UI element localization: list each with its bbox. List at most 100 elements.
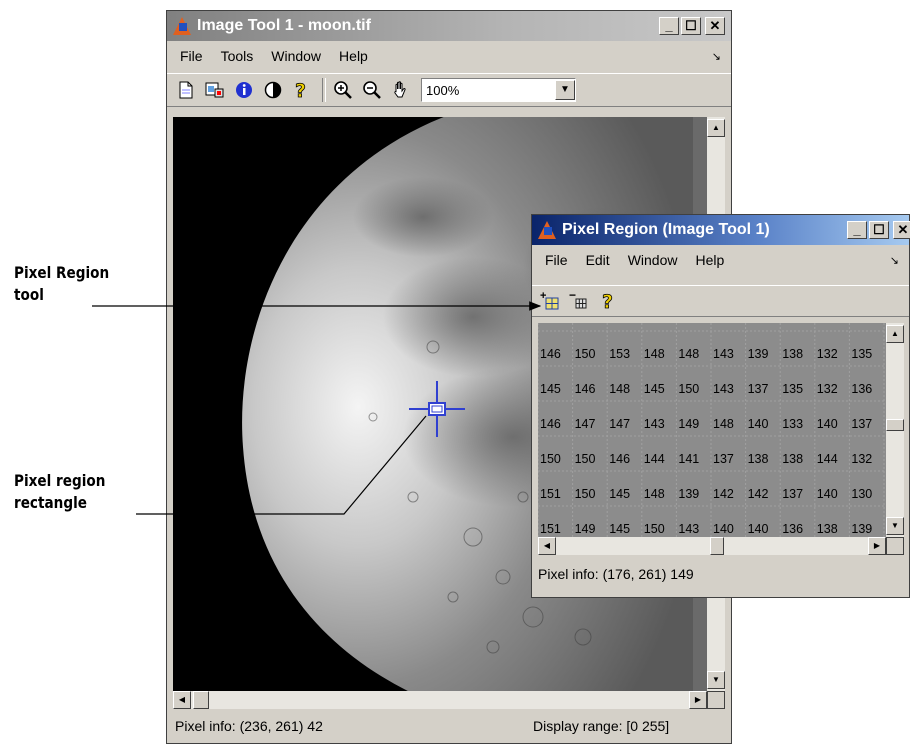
scroll-up-icon[interactable]: ▲: [707, 119, 725, 137]
pixel-value-cell: 137: [747, 382, 769, 396]
pixel-region-window: Pixel Region (Image Tool 1) _ ☐ ✕ File E…: [531, 214, 910, 598]
close-button[interactable]: ✕: [705, 17, 725, 35]
scroll-left-icon[interactable]: ◀: [173, 691, 191, 709]
matlab-logo-icon: [173, 17, 191, 35]
chevron-down-icon[interactable]: ▼: [555, 80, 575, 100]
pixel-region-toolbar: + − ?: [532, 285, 909, 317]
label-pixel-region-rectangle: Pixel region rectangle: [14, 470, 105, 514]
pixel-value-cell: 137: [782, 487, 804, 501]
pixel-value-cell: 130: [851, 487, 873, 501]
zoom-out-icon: [363, 81, 381, 99]
image-tool-titlebar[interactable]: Image Tool 1 - moon.tif _ ☐ ✕: [167, 11, 731, 41]
zoom-combobox[interactable]: 100% ▼: [421, 78, 576, 102]
pixel-value-cell: 150: [540, 452, 561, 466]
horizontal-scroll-thumb[interactable]: [193, 691, 209, 709]
minimize-button[interactable]: _: [659, 17, 679, 35]
pixel-value-cell: 149: [678, 417, 700, 431]
pixel-value-cell: 149: [574, 522, 596, 536]
pixel-value-cell: 132: [816, 347, 838, 361]
pixel-values-layer: 146 150 153 148 148 143 139 138 132 135 145 146 148 1…: [538, 323, 886, 537]
scroll-down-icon[interactable]: ▼: [707, 671, 725, 689]
pixel-value-cell: 138: [747, 452, 769, 466]
pixel-value-cell: 138: [782, 347, 804, 361]
shrink-grid-button[interactable]: −: [567, 288, 593, 314]
pixel-value-cell: 140: [816, 417, 838, 431]
close-button[interactable]: ✕: [893, 221, 910, 239]
dock-arrow-icon[interactable]: ↘: [890, 254, 899, 267]
image-tool-statusbar: Pixel info: (236, 261) 42 Display range:…: [167, 713, 731, 739]
pixel-value-cell: 153: [609, 347, 631, 361]
label-pixel-region-tool: Pixel Region tool: [14, 262, 109, 306]
scroll-down-icon[interactable]: ▼: [886, 517, 904, 535]
pixel-value-cell: 137: [851, 417, 873, 431]
pixel-value-cell: 146: [609, 452, 631, 466]
scroll-right-icon[interactable]: ▶: [689, 691, 707, 709]
pixel-value-cell: 143: [713, 382, 734, 396]
pixel-region-title: Pixel Region (Image Tool 1): [562, 221, 770, 238]
pixel-region-grid: 146 150 153 148 148 143 139 138 132 135 145 146 148 1…: [538, 323, 886, 537]
pixel-value-cell: 133: [782, 417, 804, 431]
pixel-value-cell: 148: [678, 347, 700, 361]
pixel-value-cell: 146: [540, 347, 561, 361]
scroll-up-icon[interactable]: ▲: [886, 325, 904, 343]
dock-arrow-icon[interactable]: ↘: [712, 50, 721, 63]
pixel-info-text: Pixel info: (176, 261) 149: [538, 566, 694, 582]
pixel-region-menubar: File Edit Window Help ↘: [532, 247, 909, 273]
grid-minus-icon: −: [569, 291, 587, 309]
pixel-value-cell: 132: [816, 382, 838, 396]
menu-file[interactable]: File: [536, 252, 577, 268]
image-horizontal-scrollbar[interactable]: ◀ ▶: [173, 691, 707, 709]
help-button[interactable]: ?: [596, 288, 622, 314]
pixel-value-cell: 146: [574, 382, 596, 396]
menu-window[interactable]: Window: [262, 48, 330, 64]
scroll-left-icon[interactable]: ◀: [538, 537, 556, 555]
pixel-value-cell: 150: [678, 382, 700, 396]
pixel-value-cell: 145: [609, 487, 631, 501]
label-line-2: tool: [14, 285, 44, 304]
menu-help[interactable]: Help: [330, 48, 377, 64]
pixel-value-cell: 147: [574, 417, 596, 431]
pixel-value-cell: 143: [643, 417, 665, 431]
menu-edit[interactable]: Edit: [577, 252, 619, 268]
pan-button[interactable]: [388, 77, 414, 103]
pixel-region-rectangle[interactable]: [407, 379, 467, 439]
scroll-right-icon[interactable]: ▶: [868, 537, 886, 555]
grid-horizontal-scrollbar[interactable]: ◀ ▶: [538, 537, 886, 555]
zoom-out-button[interactable]: [359, 77, 385, 103]
horizontal-scroll-thumb[interactable]: [710, 537, 724, 555]
pixel-value-cell: 150: [574, 487, 596, 501]
minimize-button[interactable]: _: [847, 221, 867, 239]
display-range-text: Display range: [0 255]: [533, 718, 670, 734]
pixel-value-cell: 135: [851, 347, 873, 361]
menu-tools[interactable]: Tools: [212, 48, 263, 64]
zoom-value: 100%: [426, 82, 460, 98]
svg-text:?: ?: [295, 80, 306, 100]
expand-grid-button[interactable]: +: [538, 288, 564, 314]
help-button[interactable]: ?: [289, 77, 315, 103]
pixel-region-titlebar[interactable]: Pixel Region (Image Tool 1) _ ☐ ✕: [532, 215, 910, 245]
contrast-button[interactable]: [260, 77, 286, 103]
menu-window[interactable]: Window: [619, 252, 687, 268]
image-info-button[interactable]: [231, 77, 257, 103]
info-icon: [236, 82, 252, 98]
menu-help[interactable]: Help: [686, 252, 733, 268]
grid-vertical-scrollbar[interactable]: ▲ ▼: [886, 323, 904, 537]
pixel-value-cell: 150: [574, 452, 596, 466]
pixel-value-cell: 142: [747, 487, 769, 501]
zoom-in-icon: [334, 81, 352, 99]
maximize-button[interactable]: ☐: [681, 17, 701, 35]
scroll-corner: [886, 537, 904, 555]
pixel-region-statusbar: Pixel info: (176, 261) 149: [532, 561, 909, 587]
pixel-value-cell: 138: [816, 522, 838, 536]
vertical-scroll-thumb[interactable]: [886, 419, 904, 431]
overview-button[interactable]: [202, 77, 228, 103]
menu-file[interactable]: File: [171, 48, 212, 64]
matlab-logo-icon: [538, 221, 556, 239]
pixel-value-cell: 136: [851, 382, 873, 396]
label-line-2: rectangle: [14, 493, 87, 512]
new-figure-button[interactable]: [173, 77, 199, 103]
pixel-value-cell: 139: [678, 487, 700, 501]
maximize-button[interactable]: ☐: [869, 221, 889, 239]
pixel-value-cell: 139: [747, 347, 769, 361]
zoom-in-button[interactable]: [330, 77, 356, 103]
